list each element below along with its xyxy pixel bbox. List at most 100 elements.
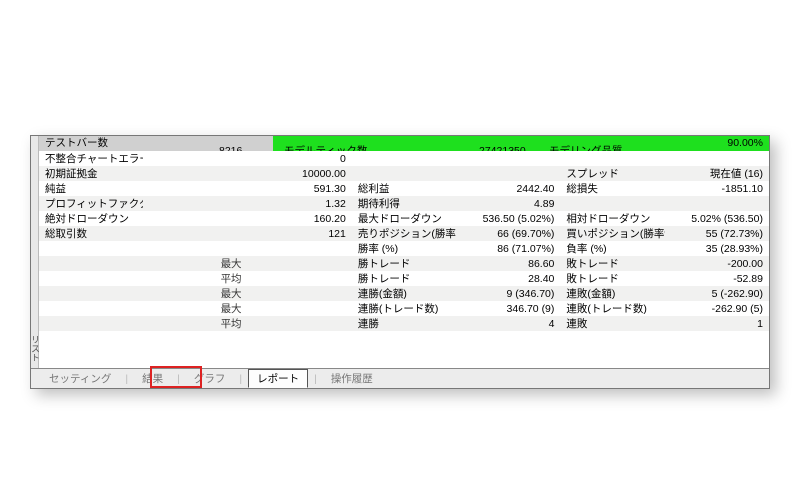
metric-sub: 最大 (143, 286, 247, 301)
metric-value-2: 536.50 (5.02%) (456, 211, 560, 226)
metric-sub (143, 151, 247, 166)
metric-label-2: 売りポジション(勝率%) (352, 226, 456, 241)
metric-label-2: 総利益 (352, 181, 456, 196)
metric-row: 最大連勝(金額)9 (346.70)連敗(金額)5 (-262.90) (39, 286, 769, 301)
metric-label-3: 負率 (%) (560, 241, 664, 256)
metric-sub: 平均 (143, 271, 247, 286)
metric-value-2: 4.89 (456, 196, 560, 211)
metric-sub: 最大 (143, 256, 247, 271)
metric-value-1: 0 (248, 151, 352, 166)
tab-セッティング[interactable]: セッティング (41, 370, 119, 387)
modeling-quality-row: テストバー数 8216 モデルティック数 27421350 モデリング品質 90… (39, 136, 769, 151)
metric-value-1 (248, 256, 352, 271)
metric-row: 純益591.30総利益2442.40総損失-1851.10 (39, 181, 769, 196)
metric-row: 最大連勝(トレード数)346.70 (9)連敗(トレード数)-262.90 (5… (39, 301, 769, 316)
metric-row: 平均勝トレード28.40敗トレード-52.89 (39, 271, 769, 286)
metric-row: プロフィットファクタ1.32期待利得4.89 (39, 196, 769, 211)
metric-sub (143, 226, 247, 241)
metric-label-2 (352, 151, 456, 166)
metric-label-3: 連敗 (560, 316, 664, 331)
metric-label-3: 連敗(トレード数) (560, 301, 664, 316)
metric-value-1 (248, 286, 352, 301)
metric-label-2: 勝トレード (352, 256, 456, 271)
tab-レポート[interactable]: レポート (248, 369, 308, 388)
metric-value-1 (248, 316, 352, 331)
metric-value-2: 86.60 (456, 256, 560, 271)
metric-value-3: -1851.10 (665, 181, 769, 196)
quality-label: モデリング品質 (549, 144, 623, 152)
metric-label-2: 期待利得 (352, 196, 456, 211)
metric-row: 初期証拠金10000.00スプレッド現在値 (16) (39, 166, 769, 181)
metric-label-1: 初期証拠金 (39, 166, 143, 181)
metric-value-2: 346.70 (9) (456, 301, 560, 316)
tab-separator: | (177, 373, 180, 385)
metric-value-3: 1 (665, 316, 769, 331)
metric-value-1: 160.20 (248, 211, 352, 226)
metric-label-1 (39, 241, 143, 256)
ticks-label: モデルティック数 (284, 144, 367, 152)
tab-separator: | (239, 373, 242, 385)
metric-label-1 (39, 301, 143, 316)
report-table: テストバー数 8216 モデルティック数 27421350 モデリング品質 90… (39, 136, 769, 331)
metric-value-3: -200.00 (665, 256, 769, 271)
metric-label-2: 連勝(トレード数) (352, 301, 456, 316)
metric-sub: 最大 (143, 301, 247, 316)
tab-bar: セッティング | 結果 | グラフ | レポート | 操作履歴 (31, 368, 769, 388)
metric-label-1: プロフィットファクタ (39, 196, 143, 211)
metric-sub (143, 241, 247, 256)
metric-value-1: 591.30 (248, 181, 352, 196)
metric-label-3: 総損失 (560, 181, 664, 196)
metric-label-1 (39, 271, 143, 286)
metric-label-2: 最大ドローダウン (352, 211, 456, 226)
metric-label-3: 敗トレード (560, 256, 664, 271)
metric-value-2: 9 (346.70) (456, 286, 560, 301)
metric-label-3: 連敗(金額) (560, 286, 664, 301)
metric-label-3: 相対ドローダウン (560, 211, 664, 226)
metric-label-3: スプレッド (560, 166, 664, 181)
metric-label-3 (560, 196, 664, 211)
tab-separator: | (125, 373, 128, 385)
metric-label-2: 連勝(金額) (352, 286, 456, 301)
tab-結果[interactable]: 結果 (134, 370, 171, 387)
ticks-value: 27421350 (479, 144, 526, 152)
metric-value-2 (456, 166, 560, 181)
metric-row: 勝率 (%)86 (71.07%)負率 (%)35 (28.93%) (39, 241, 769, 256)
metric-row: 最大 勝トレード86.60敗トレード-200.00 (39, 256, 769, 271)
metric-value-1 (248, 301, 352, 316)
metric-label-1: 純益 (39, 181, 143, 196)
metric-value-1 (248, 241, 352, 256)
metric-row: 総取引数121売りポジション(勝率%)66 (69.70%)買いポジション(勝率… (39, 226, 769, 241)
metric-value-1: 10000.00 (248, 166, 352, 181)
report-area: リスト テストバー数 8216 モデルティック数 27421350 モデリング品… (31, 136, 769, 368)
metric-label-2: 勝率 (%) (352, 241, 456, 256)
metric-label-2: 勝トレード (352, 271, 456, 286)
metric-sub (143, 166, 247, 181)
vertical-scrollbar[interactable]: リスト (31, 136, 39, 368)
metric-value-3: 5.02% (536.50) (665, 211, 769, 226)
metric-label-2: 連勝 (352, 316, 456, 331)
tab-separator: | (314, 373, 317, 385)
metric-label-3: 買いポジション(勝率%) (560, 226, 664, 241)
bars-in-test-label: テストバー数 (45, 136, 108, 151)
metric-label-1: 絶対ドローダウン (39, 211, 143, 226)
metric-label-3 (560, 151, 664, 166)
metric-value-2 (456, 151, 560, 166)
metric-label-1 (39, 286, 143, 301)
metric-label-2 (352, 166, 456, 181)
metric-value-1 (248, 271, 352, 286)
metric-value-1: 121 (248, 226, 352, 241)
metric-value-2: 86 (71.07%) (456, 241, 560, 256)
metric-label-3: 敗トレード (560, 271, 664, 286)
metric-sub: 平均 (143, 316, 247, 331)
metric-value-2: 28.40 (456, 271, 560, 286)
metric-label-1: 総取引数 (39, 226, 143, 241)
quality-bar (39, 136, 769, 151)
metric-sub (143, 181, 247, 196)
bars-in-test-value: 8216 (219, 144, 242, 152)
metric-value-3: 55 (72.73%) (665, 226, 769, 241)
tab-操作履歴[interactable]: 操作履歴 (323, 370, 381, 387)
metric-label-1 (39, 256, 143, 271)
tab-グラフ[interactable]: グラフ (186, 370, 234, 387)
strategy-tester-panel: リスト テストバー数 8216 モデルティック数 27421350 モデリング品… (30, 135, 770, 389)
gutter-label: リスト (31, 335, 42, 362)
